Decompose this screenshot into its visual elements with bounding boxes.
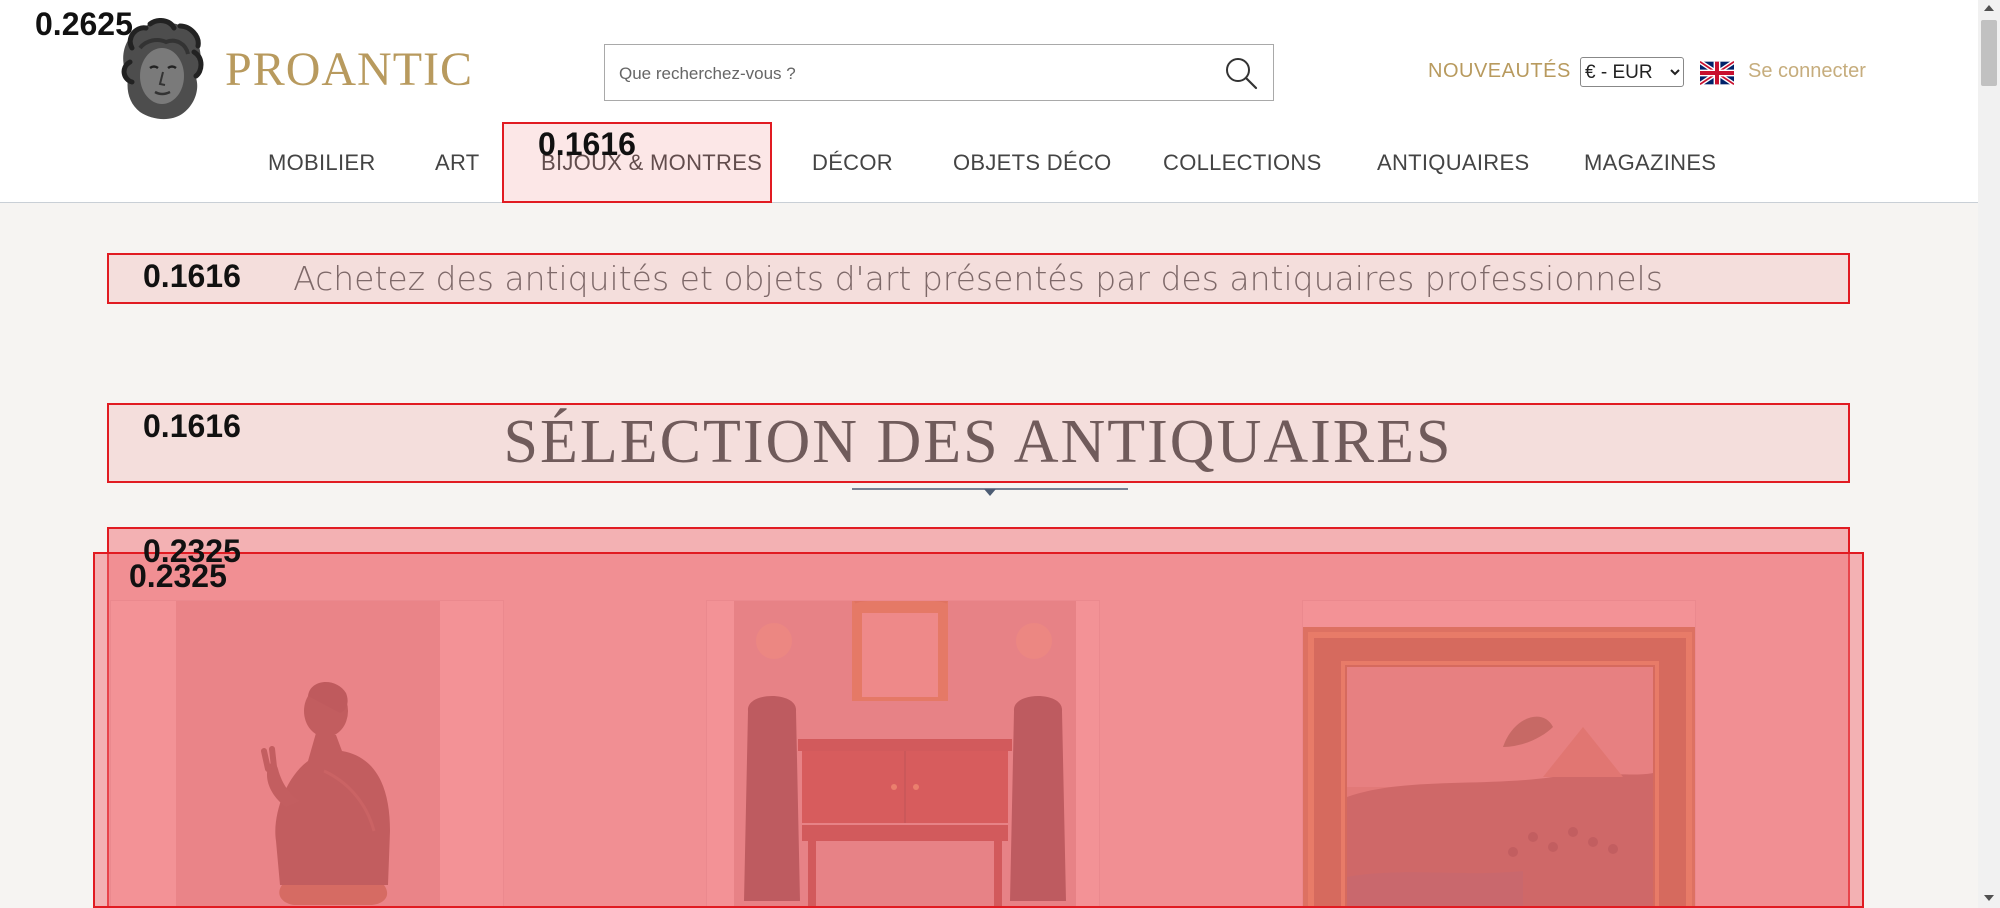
product-card-framed-painting[interactable] bbox=[1302, 600, 1696, 908]
nav-item-collections[interactable]: COLLECTIONS bbox=[1163, 150, 1322, 176]
scroll-down-chevron-icon[interactable] bbox=[1978, 890, 2000, 906]
brand-name[interactable]: PROANTIC bbox=[225, 42, 473, 97]
site-header: PROANTIC NOUVEAUTÉS € - EUR Se connecter… bbox=[0, 0, 1978, 203]
nav-item-bijoux-montres[interactable]: BIJOUX & MONTRES bbox=[541, 150, 762, 176]
scroll-up-chevron-icon[interactable] bbox=[1978, 0, 2000, 16]
nav-item-art[interactable]: ART bbox=[435, 150, 480, 176]
mahogany-console-image bbox=[734, 601, 1076, 907]
section-title: SÉLECTION DES ANTIQUAIRES bbox=[503, 407, 1453, 476]
login-link[interactable]: Se connecter bbox=[1748, 60, 1866, 83]
search-box bbox=[604, 44, 1274, 102]
search-input[interactable] bbox=[617, 45, 1201, 102]
nav-item-mobilier[interactable]: MOBILIER bbox=[268, 150, 376, 176]
nav-item-magazines[interactable]: MAGAZINES bbox=[1584, 150, 1716, 176]
tagline: Achetez des antiquités et objets d'art p… bbox=[293, 258, 1663, 298]
title-divider bbox=[852, 488, 1128, 496]
score-label: 0.2325 bbox=[129, 558, 227, 594]
framed-painting-image bbox=[1303, 627, 1695, 907]
score-label: 0.2325 bbox=[143, 533, 241, 569]
nav-item-antiquaires[interactable]: ANTIQUAIRES bbox=[1377, 150, 1529, 176]
product-card-bronze-bust[interactable] bbox=[110, 600, 504, 908]
nouveautes-link[interactable]: NOUVEAUTÉS bbox=[1428, 60, 1571, 83]
nav-item-objets-deco[interactable]: OBJETS DÉCO bbox=[953, 150, 1112, 176]
main-nav: MOBILIER ART BIJOUX & MONTRES DÉCOR OBJE… bbox=[0, 120, 1978, 202]
scroll-thumb[interactable] bbox=[1981, 20, 1997, 86]
currency-select[interactable]: € - EUR bbox=[1580, 57, 1684, 87]
uk-flag-icon[interactable] bbox=[1700, 60, 1734, 86]
search-icon[interactable] bbox=[1223, 55, 1259, 91]
bronze-bust-image bbox=[176, 601, 440, 907]
vertical-scrollbar[interactable] bbox=[1978, 0, 2000, 908]
logo-head-icon[interactable] bbox=[110, 18, 210, 122]
product-card-mahogany-console[interactable] bbox=[706, 600, 1100, 908]
nav-item-decor[interactable]: DÉCOR bbox=[812, 150, 893, 176]
